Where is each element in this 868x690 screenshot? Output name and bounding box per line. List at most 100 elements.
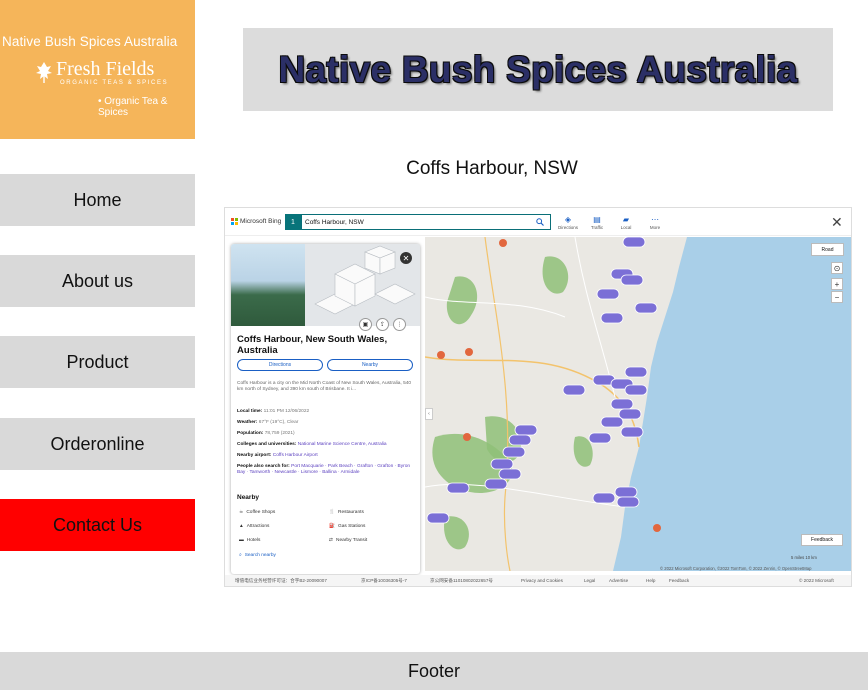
bottom-link-advertise[interactable]: Advertise [609,578,628,583]
transit-icon: ⇄ [329,538,334,543]
search-nearby-icon: ⌕ [239,553,242,558]
bottom-link-license[interactable]: 增值电信业务经营许可证：合字B2-20090007 [235,578,327,584]
nav-order-button[interactable]: Orderonline [0,418,195,470]
map-toolbar: Microsoft Bing 1 Coffs Harbour, NSW ◈ Dir… [225,208,851,236]
traffic-tool-label: Traffic [590,225,604,230]
nearby-coffee-label: Coffee Shops [246,510,276,515]
logo-subtitle: ORGANIC TEAS & SPICES [60,80,169,86]
local-time-row: Local time: 11:01 PM 12/06/2022 [237,409,417,415]
nearby-button[interactable]: Nearby [327,359,413,371]
airport-link[interactable]: Coffs Harbour Airport [273,453,318,458]
logo[interactable]: Native Bush Spices Australia Fresh Field… [0,0,195,139]
more-icon: ⋯ [651,215,659,224]
leaf-icon [36,62,52,83]
photos-icon[interactable]: ▣ [359,318,372,331]
map-scale: 5 miles 10 km [791,555,817,560]
airport-label: Nearby airport: [237,453,272,458]
bing-logo[interactable]: Microsoft Bing [231,218,281,225]
map-style-label: Road [821,246,834,253]
people-search-row: People also search for: Port Macquarie ·… [237,464,417,476]
panel-title: Coffs Harbour, New South Wales, Australi… [237,334,388,356]
hotel-pins-layer[interactable] [425,237,851,571]
nearby-coffee-shops[interactable]: ☕ Coffee Shops [239,510,275,515]
nearby-restaurants-label: Restaurants [337,510,364,515]
nearby-hotels[interactable]: ▬ Hotels [239,538,260,543]
local-tool-label: Local [620,225,632,230]
panel-actions: ▣ ⇪ ⋮ [359,318,406,331]
local-time-label: Local time: [237,409,263,414]
map-feedback-label: Feedback [811,537,833,543]
nearby-gas-stations[interactable]: ⛽ Gas Stations [329,524,365,529]
nearby-attractions[interactable]: ▲ Attractions [239,524,269,529]
bottom-copyright: © 2022 Microsoft [799,578,834,583]
coffee-icon: ☕ [239,510,244,515]
bottom-link-legal[interactable]: Legal [584,578,595,583]
bing-brand-text: Microsoft Bing [240,218,282,225]
page-title: Native Bush Spices Australia [278,48,798,90]
population-value: 78,759 (2021) [264,431,295,436]
hotel-icon: ▬ [239,538,244,543]
population-label: Population: [237,431,264,436]
map-style-button[interactable]: Road [811,243,844,256]
share-icon[interactable]: ⇪ [376,318,389,331]
nearby-button-label: Nearby [361,362,379,368]
search-nearby-label: Search nearby [244,553,276,558]
nearby-gas-label: Gas Stations [337,524,366,529]
zoom-in-icon[interactable]: + [831,278,843,290]
microsoft-logo-icon [231,218,238,225]
nearby-transit-label: Nearby Transit [336,538,368,543]
nav-contact-button[interactable]: Contact Us [0,499,195,551]
more-tool[interactable]: ⋯ More [644,215,666,230]
directions-tool[interactable]: ◈ Directions [557,215,579,230]
nav-product-button[interactable]: Product [0,336,195,388]
location-info-panel: ✕ ▣ ⇪ ⋮ Coffs Harbour, New South Wales, … [231,244,420,574]
logo-heading: Native Bush Spices Australia [2,34,178,49]
bottom-link-privacy[interactable]: Privacy and Cookies [521,578,563,583]
map-search-input[interactable]: Coffs Harbour, NSW [301,214,551,230]
map-feedback-button[interactable]: Feedback [801,534,843,546]
nearby-restaurants[interactable]: 🍴 Restaurants [329,510,364,515]
nearby-hotels-label: Hotels [246,538,261,543]
colleges-row: Colleges and universities: National Mari… [237,442,417,448]
location-photo[interactable] [231,244,305,326]
local-tool[interactable]: ▰ Local [615,215,637,230]
weather-label: Weather: [237,420,258,425]
more-options-icon[interactable]: ⋮ [393,318,406,331]
directions-icon: ◈ [564,215,572,224]
bottom-link-icp[interactable]: 京ICP备10036305号-7 [361,578,407,584]
logo-tagline: • Organic Tea & Spices [98,96,168,118]
nearby-attractions-label: Attractions [246,524,270,529]
attractions-icon: ▲ [239,524,244,529]
bottom-link-security[interactable]: 京公网安备11010802022657号 [430,578,493,584]
bottom-link-feedback[interactable]: Feedback [669,578,689,583]
search-icon[interactable] [536,218,544,226]
restaurant-icon: 🍴 [329,510,335,515]
logo-brand: Fresh Fields [56,58,155,80]
panel-close-icon[interactable]: ✕ [400,252,412,264]
colleges-label: Colleges and universities: [237,442,297,447]
traffic-tool[interactable]: ▤ Traffic [586,215,608,230]
people-search-label: People also search for: [237,464,290,469]
header-banner: Native Bush Spices Australia [243,28,833,111]
directions-button[interactable]: Directions [237,359,323,371]
gas-station-icon: ⛽ [329,524,335,529]
location-description: Coffs Harbour is a city on the Mid North… [237,381,412,393]
colleges-link[interactable]: National Marine Science Centre, Australi… [298,442,387,447]
nav-about-button[interactable]: About us [0,255,195,307]
more-tool-label: More [649,225,661,230]
result-number-badge[interactable]: 1 [285,214,301,230]
local-time-value: 11:01 PM 12/06/2022 [263,409,310,414]
collapse-panel-icon[interactable]: ‹ [425,408,433,420]
directions-button-label: Directions [268,362,292,368]
close-icon[interactable]: ✕ [831,214,843,231]
bottom-link-help[interactable]: Help [646,578,655,583]
nav-home-button[interactable]: Home [0,174,195,226]
bing-map-embed[interactable]: Microsoft Bing 1 Coffs Harbour, NSW ◈ Dir… [224,207,852,587]
airport-row: Nearby airport: Coffs Harbour Airport [237,453,417,459]
zoom-out-icon[interactable]: − [831,291,843,303]
map-tools: ◈ Directions ▤ Traffic ▰ Local ⋯ More [557,215,666,230]
locate-me-icon[interactable]: ⊙ [831,262,843,274]
nearby-transit[interactable]: ⇄ Nearby Transit [329,538,367,543]
map-copyright: © 2022 Microsoft Corporation, ©2022 TomT… [660,566,812,571]
search-nearby-link[interactable]: ⌕ Search nearby [239,552,276,558]
